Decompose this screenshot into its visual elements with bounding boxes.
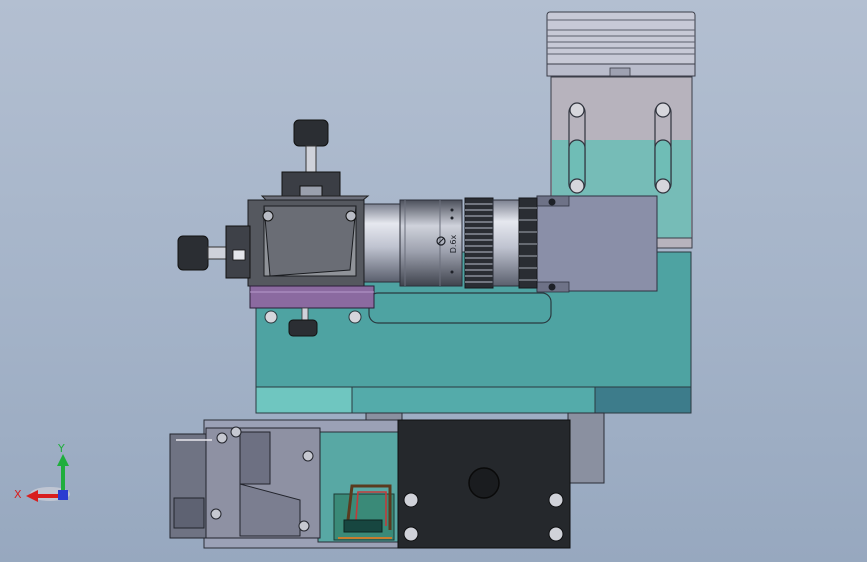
purple-mount-plate xyxy=(249,285,375,309)
assembly-model[interactable]: D.6x Y X xyxy=(0,0,867,562)
stage-top-clamp xyxy=(260,171,370,205)
y-axis-head xyxy=(57,454,69,466)
top-cylinder-knob xyxy=(546,11,696,77)
x-axis-label: X xyxy=(14,488,22,501)
adjust-knob-top[interactable] xyxy=(293,119,329,175)
lens-housing-block xyxy=(536,195,658,293)
axis-triad[interactable]: Y X xyxy=(14,442,70,502)
connector-board xyxy=(333,484,395,541)
adjust-knob-left[interactable] xyxy=(177,225,251,279)
driver-housing xyxy=(169,426,321,539)
camera-stage-body xyxy=(247,199,365,287)
lens-marking: D.6x xyxy=(449,234,458,253)
z-axis-marker xyxy=(58,490,68,500)
stepper-motor xyxy=(397,419,571,549)
y-axis-label: Y xyxy=(57,442,65,455)
cad-viewport[interactable]: D.6x Y X xyxy=(0,0,867,562)
